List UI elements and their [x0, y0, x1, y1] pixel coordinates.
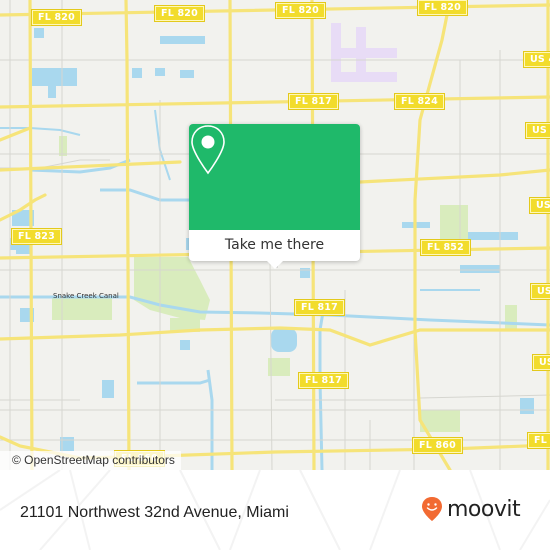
popup-header [189, 124, 360, 230]
destination-popup: Take me there [189, 124, 360, 269]
moovit-logo[interactable]: moovit [421, 496, 521, 522]
popup-tail [267, 261, 283, 269]
road-shield: FL 860 [412, 437, 463, 454]
road-shield: US [529, 197, 550, 214]
road-shield: US [532, 354, 550, 371]
water-label: Snake Creek Canal [53, 292, 119, 300]
road-shield: FL 820 [31, 9, 82, 26]
road-shield: FL 852 [420, 239, 471, 256]
road-shield: FL 823 [11, 228, 62, 245]
road-shield: FL 820 [275, 2, 326, 19]
road-shield: US [525, 122, 550, 139]
road-shield: FL 817 [288, 93, 339, 110]
brand-name: moovit [447, 496, 521, 522]
map-pin-icon [191, 125, 225, 175]
take-me-there-button[interactable]: Take me there [189, 230, 360, 261]
road-shield: US [530, 283, 550, 300]
footer-bar: 21101 Northwest 32nd Avenue, Miami moovi… [0, 470, 550, 550]
road-shield: FL 817 [298, 372, 349, 389]
map-attribution[interactable]: © OpenStreetMap contributors [0, 451, 181, 470]
road-shield: FL 824 [394, 93, 445, 110]
road-shield: FL 817 [294, 299, 345, 316]
road-shield: FL [527, 432, 550, 449]
address-text: 21101 Northwest 32nd Avenue, Miami [20, 504, 289, 521]
map-view[interactable]: FL 820 FL 820 FL 820 FL 820 FL 817 FL 82… [0, 0, 550, 470]
road-shield: FL 820 [154, 5, 205, 22]
road-shield: US 4 [522, 51, 550, 68]
road-shield: FL 820 [417, 0, 468, 16]
moovit-logo-icon [422, 497, 442, 521]
airport-area [331, 23, 397, 82]
